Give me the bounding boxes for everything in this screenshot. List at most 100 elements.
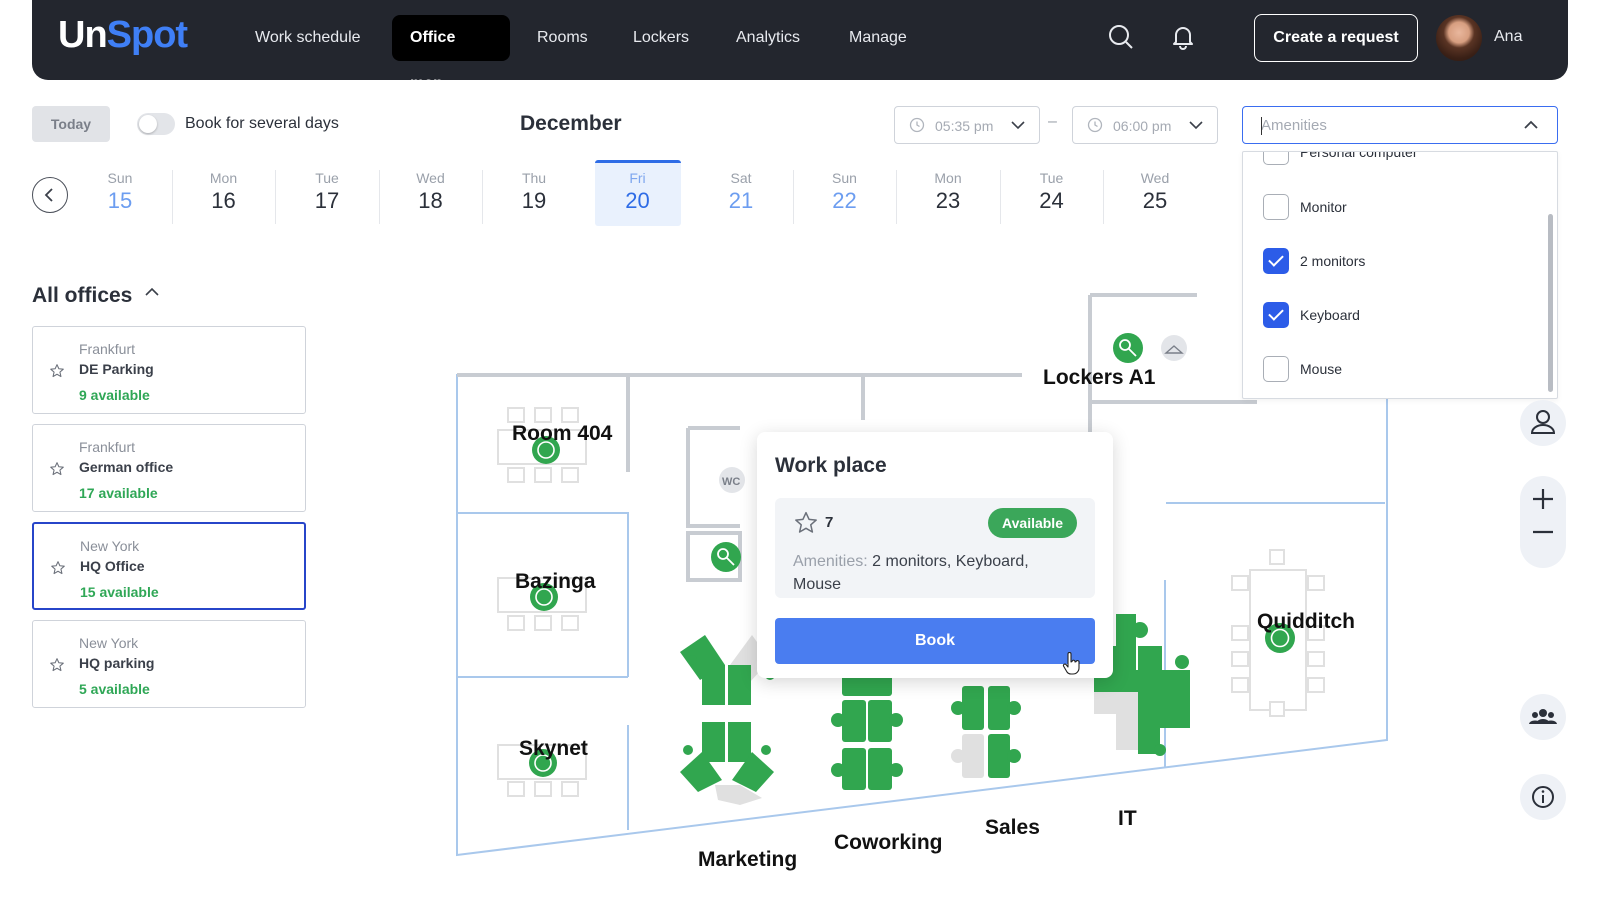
- amenity-checkbox[interactable]: [1263, 302, 1289, 328]
- room-label-marketing: Marketing: [698, 848, 798, 871]
- previous-week-button[interactable]: [32, 177, 68, 213]
- sales-desk-cluster[interactable]: [951, 686, 1021, 778]
- time-to-select[interactable]: 06:00 pm: [1072, 106, 1218, 144]
- book-several-days-toggle[interactable]: [137, 113, 175, 135]
- chevron-down-icon: [1189, 121, 1203, 130]
- amenity-option[interactable]: Monitor: [1263, 194, 1543, 220]
- wc-icon: WC: [719, 467, 745, 493]
- clock-icon: [1087, 117, 1103, 133]
- work-place-card: 7 Available Amenities: 2 monitors, Keybo…: [775, 498, 1095, 598]
- star-icon[interactable]: [49, 363, 65, 379]
- person-button[interactable]: [1520, 400, 1566, 446]
- date-sun-22[interactable]: Sun 22: [802, 160, 888, 226]
- date-tue-24[interactable]: Tue 24: [1009, 160, 1095, 226]
- star-icon[interactable]: [793, 510, 819, 536]
- scrollbar[interactable]: [1548, 214, 1553, 392]
- today-button[interactable]: Today: [32, 106, 110, 142]
- bell-icon[interactable]: [1168, 22, 1198, 52]
- zoom-in-icon[interactable]: [1520, 476, 1566, 522]
- group-button[interactable]: [1520, 694, 1566, 740]
- search-icon[interactable]: [1106, 22, 1136, 52]
- amenity-checkbox[interactable]: [1263, 152, 1289, 165]
- date-wed-25[interactable]: Wed 25: [1112, 160, 1198, 226]
- amenity-option[interactable]: Mouse: [1263, 356, 1543, 382]
- coworking-desk-cluster[interactable]: [831, 664, 903, 790]
- time-from-select[interactable]: 05:35 pm: [894, 106, 1040, 144]
- logo-text-spot: Spot: [106, 14, 188, 56]
- office-card[interactable]: New York HQ parking 5 available: [32, 620, 306, 708]
- date-fri-20[interactable]: Fri 20: [594, 160, 681, 226]
- amenity-checkbox[interactable]: [1263, 194, 1289, 220]
- date-separator: [275, 170, 276, 224]
- chevron-up-icon[interactable]: [144, 286, 160, 298]
- time-separator: –: [1048, 113, 1057, 130]
- day-number: 22: [832, 188, 857, 213]
- date-sat-21[interactable]: Sat 21: [698, 160, 784, 226]
- office-name: German office: [79, 459, 174, 475]
- day-name: Tue: [315, 170, 339, 186]
- office-availability: 15 available: [80, 584, 159, 600]
- date-wed-18[interactable]: Wed 18: [388, 160, 474, 226]
- office-availability: 9 available: [79, 387, 150, 403]
- day-number: 24: [1039, 188, 1064, 213]
- place-amenities: Amenities: 2 monitors, Keyboard, Mouse: [793, 550, 1079, 596]
- zoom-out-icon[interactable]: [1520, 522, 1566, 568]
- chevron-left-icon: [44, 188, 53, 202]
- nav-lockers[interactable]: Lockers: [615, 15, 707, 61]
- star-icon[interactable]: [49, 657, 65, 673]
- all-offices-title[interactable]: All offices: [32, 284, 132, 308]
- amenity-option[interactable]: 2 monitors: [1263, 248, 1543, 274]
- time-to-value: 06:00 pm: [1113, 118, 1172, 134]
- user-name[interactable]: Ana: [1494, 28, 1522, 46]
- date-mon-16[interactable]: Mon 16: [181, 160, 267, 226]
- room-label-it: IT: [1118, 807, 1137, 830]
- work-place-popup: Work place 7 Available Amenities: 2 moni…: [757, 432, 1113, 678]
- chevron-up-icon: [1524, 120, 1538, 129]
- date-tue-17[interactable]: Tue 17: [284, 160, 370, 226]
- amenity-label: Mouse: [1300, 361, 1343, 377]
- office-availability: 5 available: [79, 681, 150, 697]
- amenity-checkbox[interactable]: [1263, 248, 1289, 274]
- book-button[interactable]: Book: [775, 618, 1095, 664]
- date-thu-19[interactable]: Thu 19: [491, 160, 577, 226]
- office-card[interactable]: Frankfurt DE Parking 9 available: [32, 326, 306, 414]
- room-label-lockers-a1: Lockers A1: [1043, 366, 1156, 389]
- nav-office-map[interactable]: Office map: [392, 15, 510, 92]
- key-icon[interactable]: [711, 542, 741, 572]
- star-icon[interactable]: [49, 461, 65, 477]
- office-card[interactable]: New York HQ Office 15 available: [32, 522, 306, 610]
- nav-work-schedule[interactable]: Work schedule: [237, 15, 379, 61]
- room-label-coworking: Coworking: [834, 831, 943, 854]
- logo[interactable]: UnSpot: [58, 14, 188, 57]
- date-mon-23[interactable]: Mon 23: [905, 160, 991, 226]
- nav-manage[interactable]: Manage: [831, 15, 925, 61]
- nav-analytics[interactable]: Analytics: [718, 15, 818, 61]
- time-from-value: 05:35 pm: [935, 118, 994, 134]
- day-number: 23: [935, 188, 961, 213]
- amenities-input[interactable]: Amenities: [1242, 106, 1558, 144]
- office-card[interactable]: Frankfurt German office 17 available: [32, 424, 306, 512]
- create-request-button[interactable]: Create a request: [1254, 14, 1418, 62]
- locker-key-icon[interactable]: [1113, 333, 1143, 363]
- hanger-icon[interactable]: [1161, 335, 1187, 361]
- amenity-checkbox[interactable]: [1263, 356, 1289, 382]
- amenity-option[interactable]: Keyboard: [1263, 302, 1543, 328]
- wc-label: WC: [722, 476, 740, 488]
- amenity-option[interactable]: Personal computer: [1263, 152, 1543, 165]
- room-label-quidditch: Quidditch: [1257, 610, 1355, 633]
- info-button[interactable]: [1520, 774, 1566, 820]
- nav-rooms[interactable]: Rooms: [519, 15, 606, 61]
- amenities-dropdown-list[interactable]: Personal computer Monitor 2 monitors Keyboa…: [1242, 151, 1558, 399]
- office-city: New York: [80, 538, 140, 554]
- day-number: 21: [728, 188, 754, 213]
- day-name: Wed: [416, 170, 445, 186]
- star-icon[interactable]: [50, 560, 66, 576]
- day-name: Tue: [1039, 170, 1064, 186]
- date-separator: [896, 170, 897, 224]
- day-name: Wed: [1140, 170, 1170, 186]
- day-name: Mon: [934, 170, 962, 186]
- text-caret: [1261, 117, 1262, 135]
- office-name: DE Parking: [79, 361, 154, 377]
- avatar[interactable]: [1436, 15, 1482, 61]
- date-sun-15[interactable]: Sun 15: [77, 160, 163, 226]
